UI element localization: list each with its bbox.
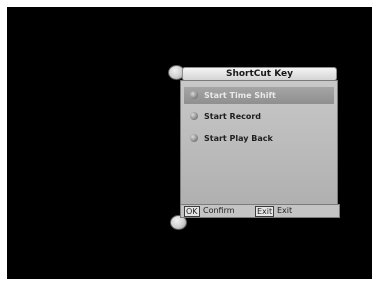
menu-item-label: Start Play Back [204, 134, 273, 143]
menu-item-start-play-back[interactable]: Start Play Back [184, 130, 334, 147]
bullet-icon [190, 112, 198, 120]
ok-key-button[interactable]: OK [184, 206, 200, 217]
shortcut-key-dialog: ShortCut Key Start Time Shift Start Reco… [168, 65, 341, 230]
menu-item-start-record[interactable]: Start Record [184, 108, 334, 125]
exit-label: Exit [277, 206, 293, 215]
bullet-icon [190, 134, 198, 142]
tv-screen: ShortCut Key Start Time Shift Start Reco… [7, 7, 372, 279]
menu-item-start-time-shift[interactable]: Start Time Shift [184, 87, 334, 104]
dialog-menu-panel: Start Time Shift Start Record Start Play… [180, 80, 338, 205]
dialog-title: ShortCut Key [182, 67, 337, 81]
exit-key-button[interactable]: Exit [255, 206, 275, 217]
menu-item-label: Start Record [204, 112, 262, 121]
confirm-label: Confirm [203, 206, 235, 215]
menu-item-label: Start Time Shift [204, 91, 276, 100]
bullet-icon [190, 91, 198, 99]
dialog-footer: OK Confirm Exit Exit [180, 204, 340, 218]
